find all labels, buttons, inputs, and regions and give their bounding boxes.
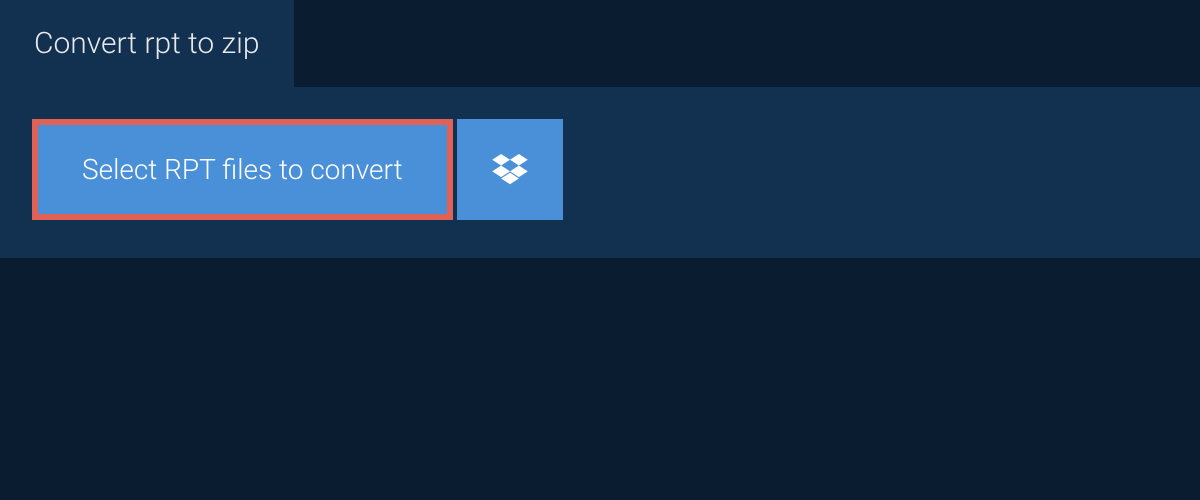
- button-row: Select RPT files to convert: [32, 119, 1168, 220]
- select-files-button[interactable]: Select RPT files to convert: [32, 119, 453, 220]
- tab-convert[interactable]: Convert rpt to zip: [0, 0, 294, 87]
- dropbox-icon: [492, 154, 528, 186]
- main-panel: Select RPT files to convert: [0, 87, 1200, 258]
- dropbox-button[interactable]: [457, 119, 563, 220]
- select-files-label: Select RPT files to convert: [82, 153, 403, 186]
- tab-title: Convert rpt to zip: [34, 26, 260, 61]
